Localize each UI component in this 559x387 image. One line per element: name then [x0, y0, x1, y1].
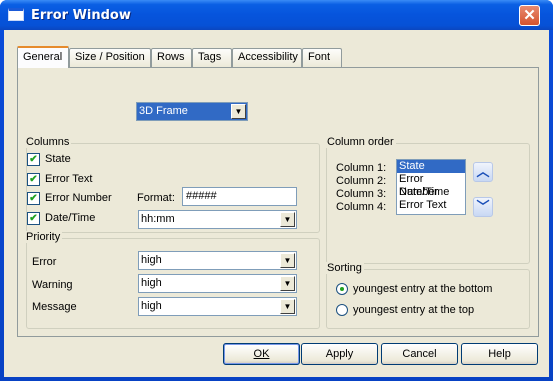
frame-style-value: 3D Frame [139, 105, 188, 117]
ok-button[interactable]: OK [223, 343, 300, 365]
apply-button[interactable]: Apply [301, 343, 378, 365]
column-3-label: Column 3: [336, 188, 387, 200]
help-button[interactable]: Help [461, 343, 538, 365]
move-up-button[interactable]: ︿ [473, 162, 493, 182]
priority-warning-label: Warning [32, 279, 73, 291]
sorting-group-label: Sorting [325, 262, 364, 274]
checkbox-error-number[interactable]: ✔ [27, 192, 40, 205]
sorting-top-radio[interactable] [336, 304, 348, 316]
tab-size-position[interactable]: Size / Position [69, 48, 151, 67]
column-1-label: Column 1: [336, 162, 387, 174]
column-order-group-label: Column order [325, 136, 396, 148]
priority-message-label: Message [32, 301, 77, 313]
columns-group-label: Columns [24, 136, 72, 148]
datetime-format-select[interactable]: hh:mm ▼ [138, 210, 297, 229]
tab-tags[interactable]: Tags [192, 48, 232, 67]
column-4-label: Column 4: [336, 201, 387, 213]
help-button-label: Help [488, 348, 511, 360]
window-title: Error Window [31, 8, 131, 23]
sorting-top-label: youngest entry at the top [353, 304, 475, 316]
column-2-label: Column 2: [336, 175, 387, 187]
priority-group-label: Priority [24, 231, 63, 243]
apply-button-label: Apply [325, 348, 354, 360]
checkbox-datetime[interactable]: ✔ [27, 212, 40, 225]
tab-rows[interactable]: Rows [151, 48, 192, 67]
sorting-group [326, 269, 530, 329]
chevron-down-icon: ▼ [280, 253, 295, 268]
list-item[interactable]: State [397, 160, 465, 173]
format-label: Format: [137, 192, 175, 204]
priority-warning-value: high [141, 277, 162, 289]
tab-general[interactable]: General [17, 46, 69, 68]
checkbox-state-label: State [45, 153, 71, 165]
tab-accessibility[interactable]: Accessibility [232, 48, 302, 67]
checkbox-state[interactable]: ✔ [27, 153, 40, 166]
arrow-down-icon: ﹀ [476, 199, 490, 214]
checkbox-error-text-label: Error Text [45, 173, 93, 185]
chevron-down-icon: ▼ [280, 276, 295, 291]
frame-style-select[interactable]: 3D Frame ▼ [136, 102, 248, 121]
list-item[interactable]: Error Text [397, 199, 465, 212]
window-icon [8, 8, 24, 21]
close-icon: ✕ [523, 7, 536, 24]
priority-error-select[interactable]: high ▼ [138, 251, 297, 270]
priority-error-label: Error [32, 256, 57, 268]
checkbox-error-number-label: Error Number [45, 192, 112, 204]
chevron-down-icon: ▼ [231, 104, 246, 119]
priority-message-select[interactable]: high ▼ [138, 297, 297, 316]
dialog-client: General Size / Position Rows Tags Access… [4, 30, 549, 377]
dialog-window: Error Window ✕ General Size / Position R… [0, 0, 553, 381]
checkbox-datetime-label: Date/Time [45, 212, 96, 224]
priority-error-value: high [141, 254, 162, 266]
format-input[interactable]: ##### [182, 187, 297, 206]
tab-font[interactable]: Font [302, 48, 342, 67]
move-down-button[interactable]: ﹀ [473, 197, 493, 217]
column-order-list[interactable]: State Error Number Date/Time Error Text [396, 159, 466, 215]
list-item[interactable]: Error Number [397, 173, 465, 198]
cancel-button[interactable]: Cancel [381, 343, 458, 365]
close-button[interactable]: ✕ [519, 5, 540, 26]
chevron-down-icon: ▼ [280, 299, 295, 314]
tab-panel-general: 3D Frame ▼ Columns ✔ State ✔ Error Text … [17, 67, 539, 337]
arrow-up-icon: ︿ [476, 164, 490, 179]
datetime-format-value: hh:mm [141, 213, 175, 225]
chevron-down-icon: ▼ [280, 212, 295, 227]
list-item[interactable]: Date/Time [397, 186, 465, 199]
ok-button-label: OK [253, 348, 270, 360]
cancel-button-label: Cancel [402, 348, 437, 360]
sorting-bottom-label: youngest entry at the bottom [353, 283, 493, 295]
title-bar[interactable]: Error Window ✕ [0, 0, 553, 30]
priority-message-value: high [141, 300, 162, 312]
checkbox-error-text[interactable]: ✔ [27, 173, 40, 186]
sorting-bottom-radio[interactable] [336, 283, 348, 295]
priority-warning-select[interactable]: high ▼ [138, 274, 297, 293]
